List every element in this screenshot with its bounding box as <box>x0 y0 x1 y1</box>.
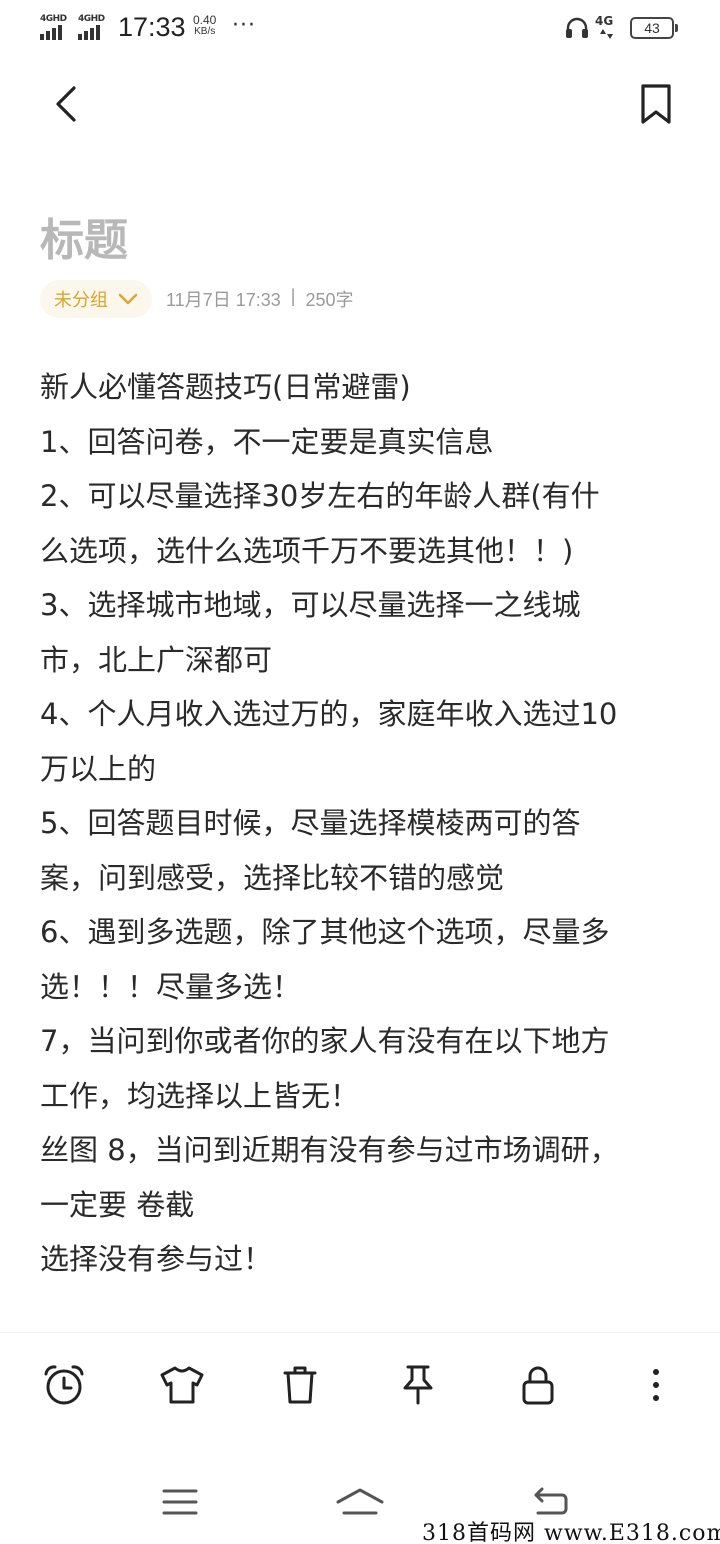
speed-unit: KB/s <box>194 26 216 37</box>
mobile-data-icon: 4G <box>595 14 621 40</box>
note-line: 万以上的 <box>40 751 157 786</box>
delete-button[interactable] <box>272 1357 328 1413</box>
recent-apps-button[interactable] <box>150 1478 210 1526</box>
signal-strength-1: 4GHD <box>40 14 74 40</box>
signal-bars-icon <box>40 25 62 40</box>
note-title[interactable]: 标题 <box>40 204 128 268</box>
watermark: 318首码网 www.E318.com <box>418 1515 720 1544</box>
note-line: 新人必懂答题技巧(日常避雷) <box>40 370 411 404</box>
note-line: 丝图 8，当问到近期有没有参与过市场调研， <box>40 1133 619 1167</box>
note-body[interactable]: 新人必懂答题技巧(日常避雷) 1、回答问卷，不一定要是真实信息 2、可以尽量选择… <box>40 360 690 1287</box>
signal-label-2: 4GHD <box>78 14 105 24</box>
status-time: 17:33 <box>118 12 186 42</box>
chevron-down-icon <box>118 293 138 305</box>
note-line: 5、回答题目时候，尽量选择模棱两可的答 <box>40 806 581 840</box>
theme-button[interactable] <box>154 1357 210 1413</box>
more-notifications-icon: ··· <box>232 13 256 38</box>
battery-level: 43 <box>644 20 660 36</box>
note-line: 一定要 卷截 <box>40 1187 195 1222</box>
note-line: 工作，均选择以上皆无！ <box>40 1078 360 1113</box>
t-shirt-icon <box>160 1366 204 1404</box>
note-line: 案，问到感受，选择比较不错的感觉 <box>40 860 505 895</box>
pin-icon <box>403 1365 433 1405</box>
more-button[interactable] <box>628 1357 684 1413</box>
battery-indicator: 43 <box>630 17 678 39</box>
note-line: 选！！！尽量多选！ <box>40 969 302 1004</box>
speed-value: 0.40 <box>193 13 217 27</box>
note-toolbar <box>0 1332 720 1432</box>
note-line: 选择没有参与过！ <box>40 1242 273 1276</box>
group-label: 未分组 <box>54 290 108 311</box>
meta-separator: | <box>290 286 296 306</box>
bookmark-icon <box>641 84 671 124</box>
note-date: 11月7日 17:33 <box>166 290 281 310</box>
lock-button[interactable] <box>510 1357 566 1413</box>
note-line: 1、回答问卷，不一定要是真实信息 <box>40 424 494 459</box>
home-button[interactable] <box>330 1478 390 1526</box>
signal-label-1: 4GHD <box>40 14 67 24</box>
note-meta: 未分组 11月7日 17:33 | 250字 <box>40 280 353 318</box>
network-type: 4G <box>595 14 614 28</box>
note-line: 2、可以尽量选择30岁左右的年龄人群(有什 <box>40 479 600 513</box>
group-selector[interactable]: 未分组 <box>40 280 152 318</box>
note-line: 3、选择城市地域，可以尽量选择一之线城 <box>40 588 581 622</box>
reminder-button[interactable] <box>36 1357 92 1413</box>
status-bar: 4GHD 4GHD 17:33 0.40 KB/s ··· 4G 43 <box>0 0 720 56</box>
note-line: 么选项，选什么选项千万不要选其他！！) <box>40 533 574 568</box>
signal-bars-icon <box>78 25 100 40</box>
signal-strength-2: 4GHD <box>78 14 112 40</box>
chevron-left-icon <box>56 86 76 122</box>
word-count: 250字 <box>305 290 354 310</box>
note-line: 7，当问到你或者你的家人有没有在以下地方 <box>40 1024 610 1058</box>
note-line: 市，北上广深都可 <box>40 642 273 677</box>
lock-icon <box>522 1366 554 1405</box>
menu-icon <box>162 1489 198 1515</box>
home-icon <box>336 1488 384 1515</box>
bookmark-button[interactable] <box>634 80 678 128</box>
more-vertical-icon <box>653 1369 659 1401</box>
pin-button[interactable] <box>390 1357 446 1413</box>
back-button[interactable] <box>44 80 88 128</box>
note-info: 11月7日 17:33 | 250字 <box>166 286 353 312</box>
network-speed: 0.40 KB/s <box>193 14 216 38</box>
note-line: 6、遇到多选题，除了其他这个选项，尽量多 <box>40 915 610 949</box>
trash-icon <box>283 1366 317 1404</box>
alarm-clock-icon <box>44 1365 84 1405</box>
note-line: 4、个人月收入选过万的，家庭年收入选过10 <box>40 697 618 731</box>
back-icon <box>534 1487 568 1515</box>
headset-icon <box>564 16 590 40</box>
